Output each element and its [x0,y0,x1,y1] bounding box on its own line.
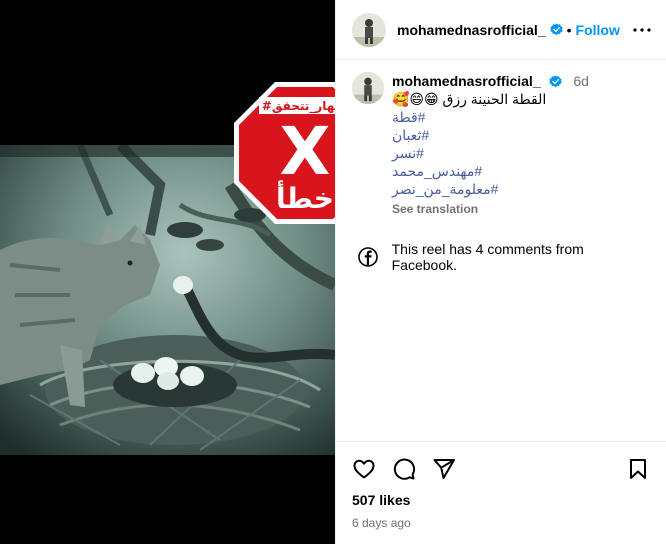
hashtag-link[interactable]: #معلومة_من_نصر [392,180,650,198]
verified-badge-icon [549,23,563,36]
post-age[interactable]: 6d [573,73,589,89]
header-separator: • [566,21,572,38]
see-translation-link[interactable]: See translation [392,200,650,218]
badge-word-text: خطأ [276,180,334,215]
hashtag-link[interactable]: #ثعبان [392,126,650,144]
bookmark-icon[interactable] [626,457,650,481]
hashtag-link[interactable]: #مهندس_محمد [392,162,650,180]
hashtag-link[interactable]: #نسر [392,144,650,162]
paper-plane-icon[interactable] [432,457,456,481]
hashtag-link[interactable]: #قطة [392,108,650,126]
post-details-panel: mohamednasrofficial_ • Follow mohamednas… [335,0,666,544]
badge-x-mark: X [280,113,331,190]
verified-badge-icon [548,75,562,88]
like-count[interactable]: 507 likes [352,492,650,508]
post-header: mohamednasrofficial_ • Follow [336,0,666,60]
post-timestamp[interactable]: 6 days ago [352,516,650,530]
post-actions: 507 likes 6 days ago [336,441,666,544]
facebook-icon [352,241,384,273]
fact-check-false-badge: #النهار_تتحقق X خطأ [232,80,335,226]
caption-username[interactable]: mohamednasrofficial_ [392,73,541,89]
comments-area: mohamednasrofficial_ 6d القطة الحنينة رز… [336,60,666,441]
avatar[interactable] [352,72,384,104]
follow-button[interactable]: Follow [576,22,620,38]
caption-text: القطة الحنينة رزق 😁😄🥰 [392,91,547,107]
comment-bubble-icon[interactable] [392,457,416,481]
facebook-comments-note: This reel has 4 comments from Facebook. [352,241,650,273]
caption: mohamednasrofficial_ 6d القطة الحنينة رز… [352,72,650,218]
avatar[interactable] [352,12,386,47]
three-dots-icon[interactable] [630,18,654,42]
heart-icon[interactable] [352,457,376,481]
badge-tag-text: #النهار_تتحقق [262,99,335,114]
facebook-note-text: This reel has 4 comments from Facebook. [391,241,584,273]
header-username[interactable]: mohamednasrofficial_ [397,22,546,38]
reel-media[interactable]: #النهار_تتحقق X خطأ [0,0,335,544]
